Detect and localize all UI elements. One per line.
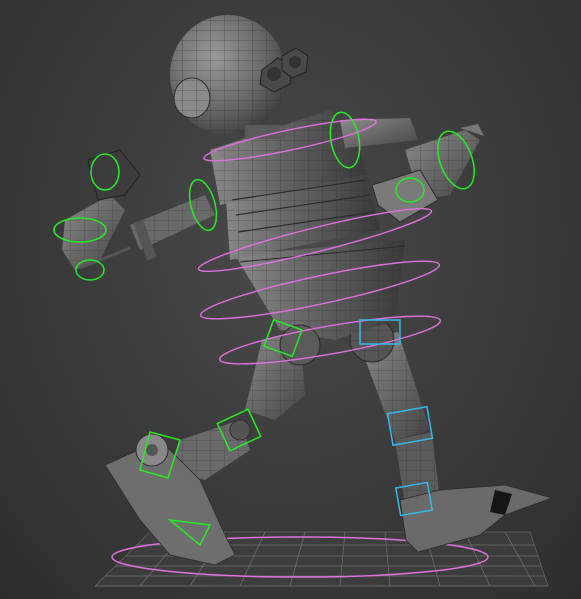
robot-head-icon[interactable] xyxy=(170,15,309,139)
back-leg[interactable] xyxy=(349,317,554,553)
scene-canvas[interactable] xyxy=(0,0,581,599)
3d-viewport[interactable] xyxy=(0,0,581,599)
